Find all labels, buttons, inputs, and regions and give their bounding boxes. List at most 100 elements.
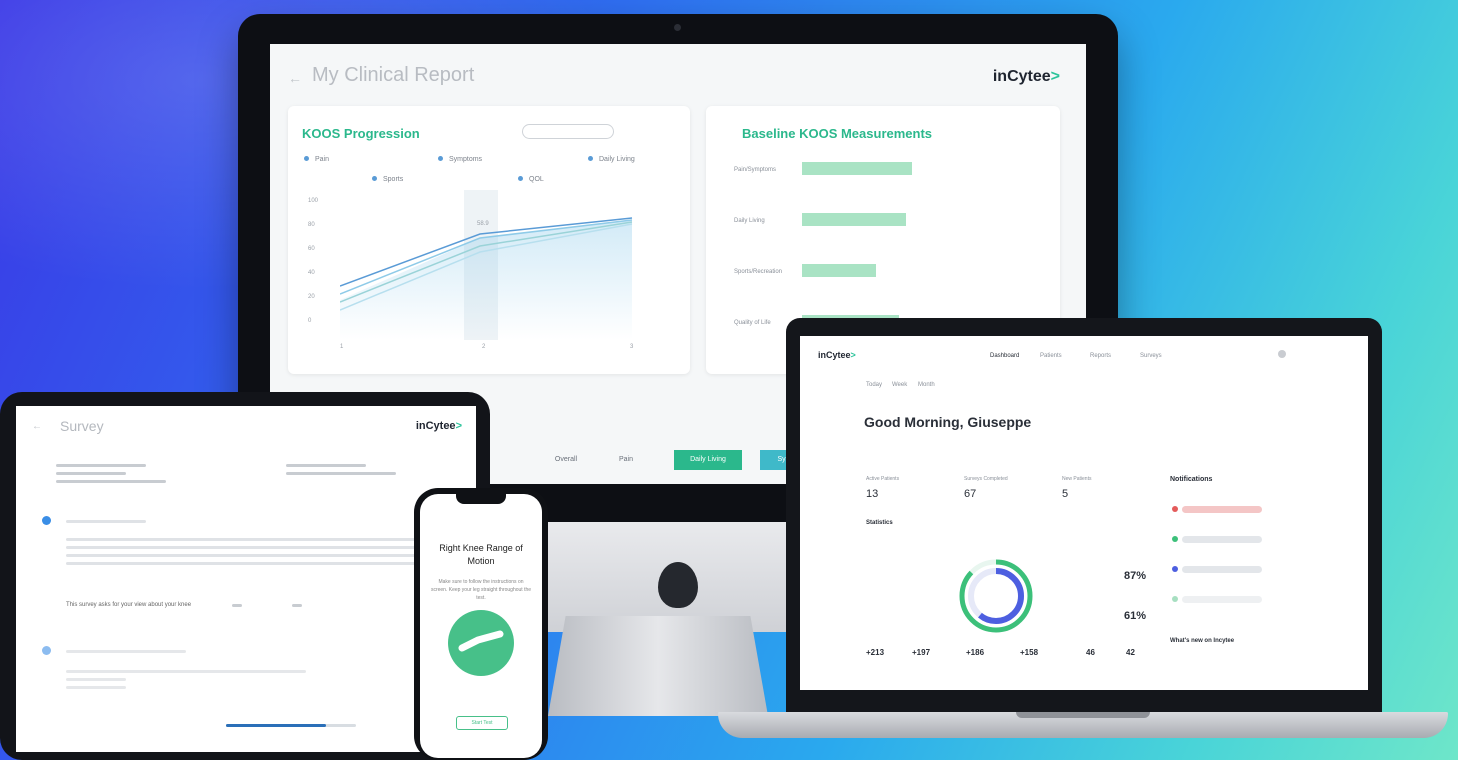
legend-dot-icon bbox=[438, 156, 443, 161]
text-line bbox=[66, 520, 146, 523]
slider-fill bbox=[226, 724, 326, 727]
text-line bbox=[286, 472, 396, 475]
back-arrow-icon[interactable]: ← bbox=[32, 421, 42, 432]
stat-value: 5 bbox=[1062, 488, 1069, 500]
legend-qol: QOL bbox=[518, 176, 544, 183]
percent-value: 87% bbox=[1124, 570, 1147, 582]
koos-progression-card: KOOS Progression Pain Symptoms Daily Liv… bbox=[288, 106, 690, 374]
page-title: Survey bbox=[60, 418, 104, 434]
legend-sports: Sports bbox=[372, 176, 403, 183]
x-tick: 1 bbox=[340, 344, 344, 350]
motion-test-screen: Right Knee Range of Motion Make sure to … bbox=[420, 494, 542, 758]
section-title: Statistics bbox=[866, 520, 893, 526]
card-title: KOOS Progression bbox=[302, 126, 420, 141]
notification-item[interactable] bbox=[1182, 536, 1262, 543]
y-tick: 80 bbox=[308, 222, 315, 228]
text-line bbox=[66, 686, 126, 689]
legend-dot-icon bbox=[518, 176, 523, 181]
baseline-bar bbox=[802, 162, 912, 175]
notifications-title: Notifications bbox=[1170, 476, 1213, 483]
bar-label: Pain/Symptoms bbox=[734, 167, 777, 173]
apple-logo-icon bbox=[658, 562, 698, 608]
info-icon bbox=[1172, 566, 1178, 572]
card-title: Baseline KOOS Measurements bbox=[742, 126, 933, 141]
nav-patients[interactable]: Patients bbox=[1040, 353, 1062, 359]
back-arrow-icon[interactable]: ← bbox=[288, 70, 302, 86]
avatar[interactable] bbox=[1278, 350, 1286, 358]
stat-label: Surveys Completed bbox=[964, 476, 1008, 482]
nav-reports[interactable]: Reports bbox=[1090, 353, 1111, 359]
step-indicator-icon bbox=[42, 516, 51, 525]
nav-surveys[interactable]: Surveys bbox=[1140, 353, 1162, 359]
brand-logo: inCytee> bbox=[415, 420, 462, 432]
notification-item[interactable] bbox=[1182, 596, 1262, 603]
filter-dropdown[interactable] bbox=[522, 124, 614, 139]
stat-label: Active Patients bbox=[866, 476, 900, 482]
mini-stat: +186 bbox=[966, 648, 985, 657]
text-line bbox=[66, 546, 436, 549]
legend-dot-icon bbox=[372, 176, 377, 181]
text-line bbox=[66, 678, 126, 681]
y-tick: 0 bbox=[308, 318, 312, 324]
check-icon bbox=[1172, 596, 1178, 602]
leg-icon bbox=[458, 630, 504, 652]
test-title: Right Knee Range of Motion bbox=[439, 543, 523, 566]
start-test-button[interactable]: Start Test bbox=[456, 716, 508, 730]
notification-item[interactable] bbox=[1182, 566, 1262, 573]
text-line bbox=[66, 554, 446, 557]
y-tick: 100 bbox=[308, 198, 319, 204]
greeting: Good Morning, Giuseppe bbox=[864, 414, 1032, 430]
phone-notch bbox=[456, 494, 506, 504]
legend-dot-icon bbox=[304, 156, 309, 161]
tab-pain[interactable]: Pain bbox=[606, 450, 646, 470]
events-title: What's new on Incytee bbox=[1170, 638, 1235, 644]
y-tick: 60 bbox=[308, 246, 315, 252]
answer-option[interactable] bbox=[232, 604, 242, 607]
laptop-base bbox=[718, 712, 1448, 738]
laptop-device: inCytee> Dashboard Patients Reports Surv… bbox=[786, 318, 1382, 714]
brand-logo: inCytee> bbox=[818, 350, 856, 360]
donut-chart bbox=[959, 559, 1033, 633]
tab-week[interactable]: Week bbox=[892, 382, 907, 388]
text-line bbox=[66, 538, 446, 541]
legend-dot-icon bbox=[588, 156, 593, 161]
mini-stat: +158 bbox=[1020, 648, 1039, 657]
percent-value: 61% bbox=[1124, 610, 1147, 622]
bar-label: Quality of Life bbox=[734, 320, 771, 326]
dashboard-screen: inCytee> Dashboard Patients Reports Surv… bbox=[800, 336, 1368, 690]
text-line bbox=[66, 670, 306, 673]
x-tick: 3 bbox=[630, 344, 634, 350]
test-instructions: Make sure to follow the instructions on … bbox=[430, 579, 532, 601]
mini-stat: 46 bbox=[1086, 648, 1095, 657]
y-tick: 40 bbox=[308, 270, 315, 276]
text-line bbox=[66, 562, 426, 565]
legend-symptoms: Symptoms bbox=[438, 156, 482, 163]
tab-today[interactable]: Today bbox=[866, 382, 882, 388]
legend-daily-living: Daily Living bbox=[588, 156, 635, 163]
chart-callout: 58.9 bbox=[474, 220, 492, 228]
survey-screen: ← Survey inCytee> This survey asks for y… bbox=[16, 406, 476, 752]
text-line bbox=[286, 464, 366, 467]
tab-overall[interactable]: Overall bbox=[546, 450, 586, 470]
stat-value: 67 bbox=[964, 488, 977, 500]
camera bbox=[674, 24, 681, 31]
check-icon bbox=[1172, 536, 1178, 542]
mini-stat: 42 bbox=[1126, 648, 1135, 657]
bar-label: Daily Living bbox=[734, 218, 765, 224]
baseline-bar bbox=[802, 264, 876, 277]
survey-question: This survey asks for your view about you… bbox=[66, 602, 192, 608]
mini-stat: +213 bbox=[866, 648, 885, 657]
brand-logo: inCytee> bbox=[992, 68, 1060, 85]
step-indicator-icon bbox=[42, 646, 51, 655]
mini-stat: +197 bbox=[912, 648, 931, 657]
stat-value: 13 bbox=[866, 488, 879, 500]
tab-daily-living[interactable]: Daily Living bbox=[674, 450, 742, 470]
page-title: My Clinical Report bbox=[312, 64, 475, 86]
notification-item[interactable] bbox=[1182, 506, 1262, 513]
nav-dashboard[interactable]: Dashboard bbox=[990, 353, 1019, 359]
baseline-bar bbox=[802, 213, 906, 226]
legend-pain: Pain bbox=[304, 156, 329, 163]
tab-month[interactable]: Month bbox=[918, 382, 935, 388]
alert-icon bbox=[1172, 506, 1178, 512]
answer-option[interactable] bbox=[292, 604, 302, 607]
